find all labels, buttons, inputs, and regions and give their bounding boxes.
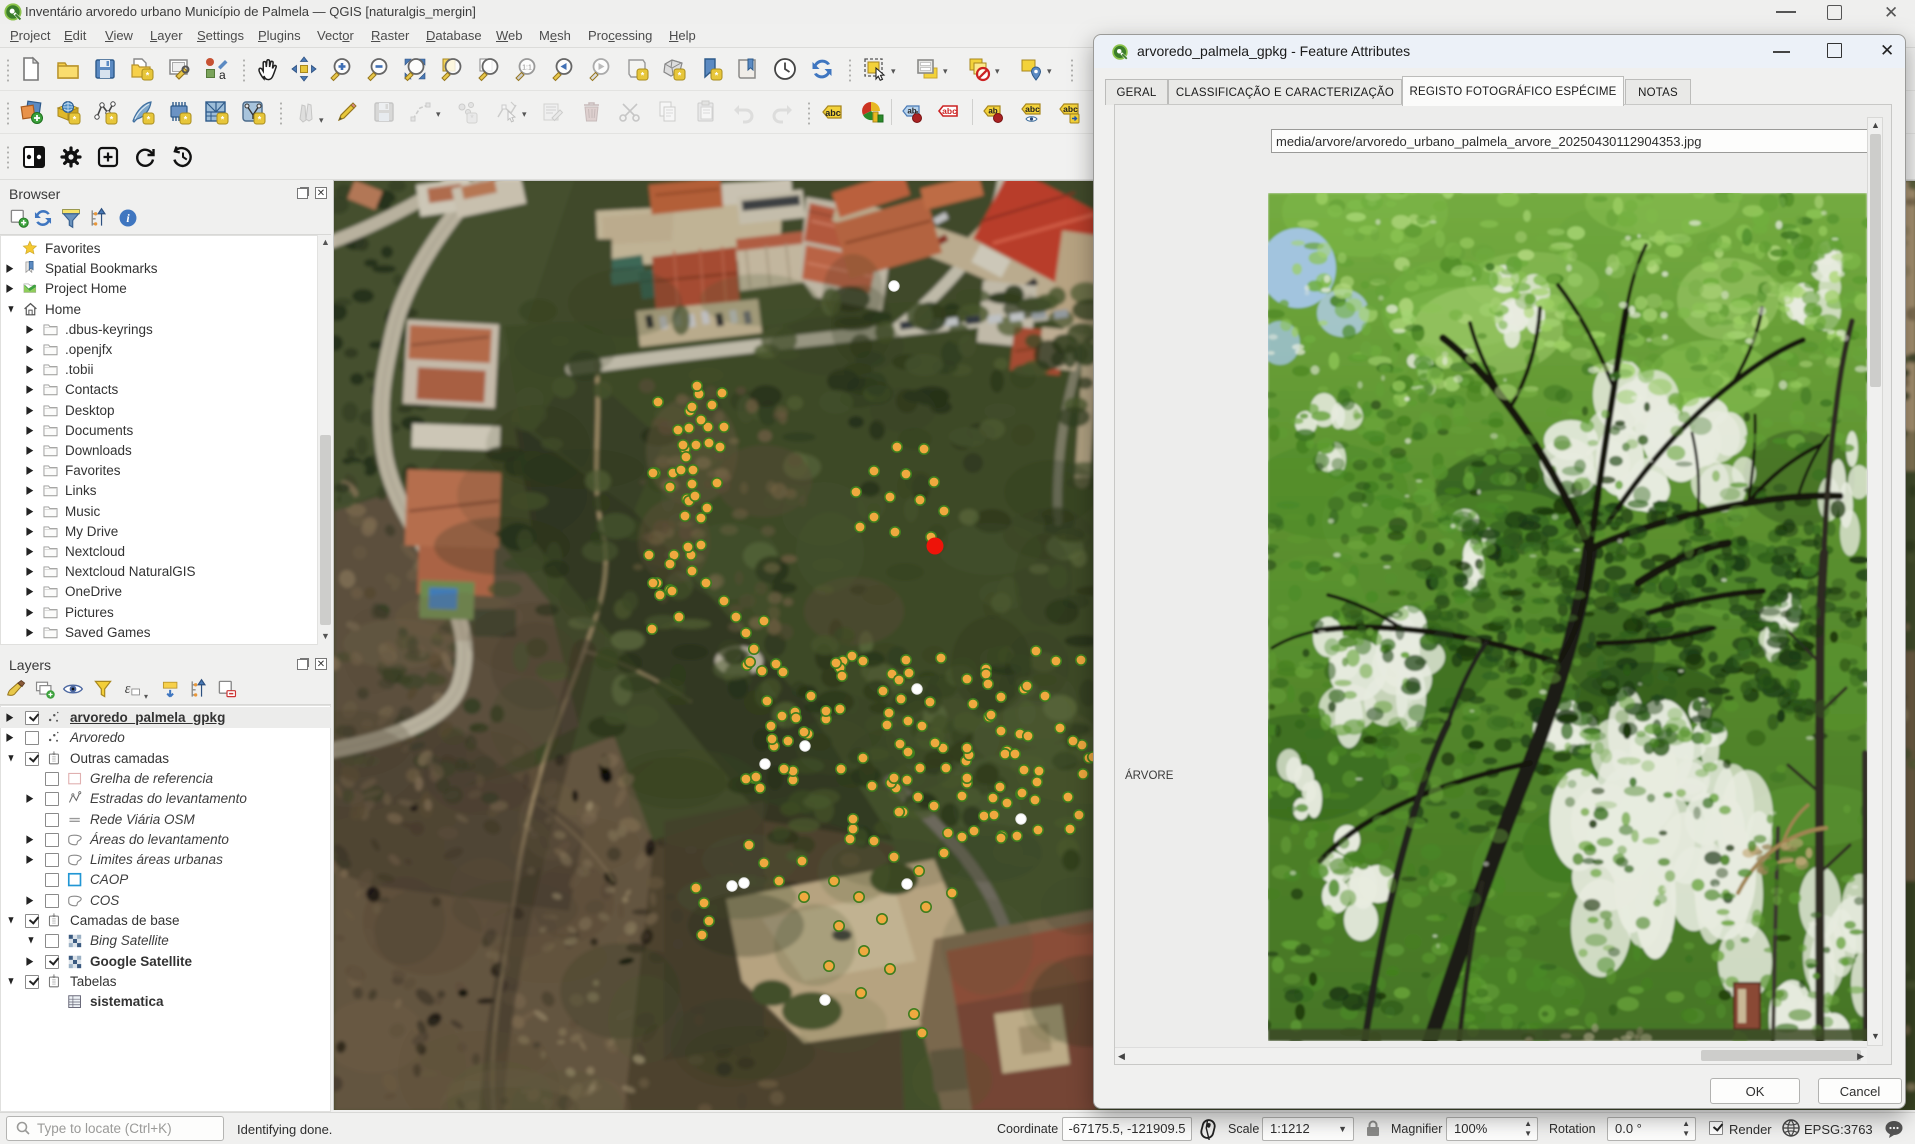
svg-text:ε: ε — [125, 681, 131, 697]
svg-text:*: * — [641, 71, 645, 81]
svg-text:abc: abc — [942, 106, 957, 116]
svg-text:*: * — [470, 113, 474, 123]
svg-text:*: * — [678, 71, 682, 81]
svg-text:abc: abc — [825, 108, 841, 118]
svg-text:*: * — [184, 115, 188, 125]
svg-text:*: * — [221, 115, 225, 125]
svg-text:1:1: 1:1 — [522, 65, 532, 72]
svg-text:*: * — [715, 71, 719, 81]
svg-text:*: * — [147, 115, 151, 125]
svg-text:abc: abc — [1025, 104, 1040, 114]
svg-text:*: * — [146, 71, 150, 81]
svg-text:*: * — [110, 115, 114, 125]
svg-text:a: a — [219, 68, 226, 82]
svg-text:abc: abc — [1063, 104, 1078, 114]
svg-text:*: * — [258, 115, 262, 125]
svg-text:*: * — [73, 115, 77, 125]
